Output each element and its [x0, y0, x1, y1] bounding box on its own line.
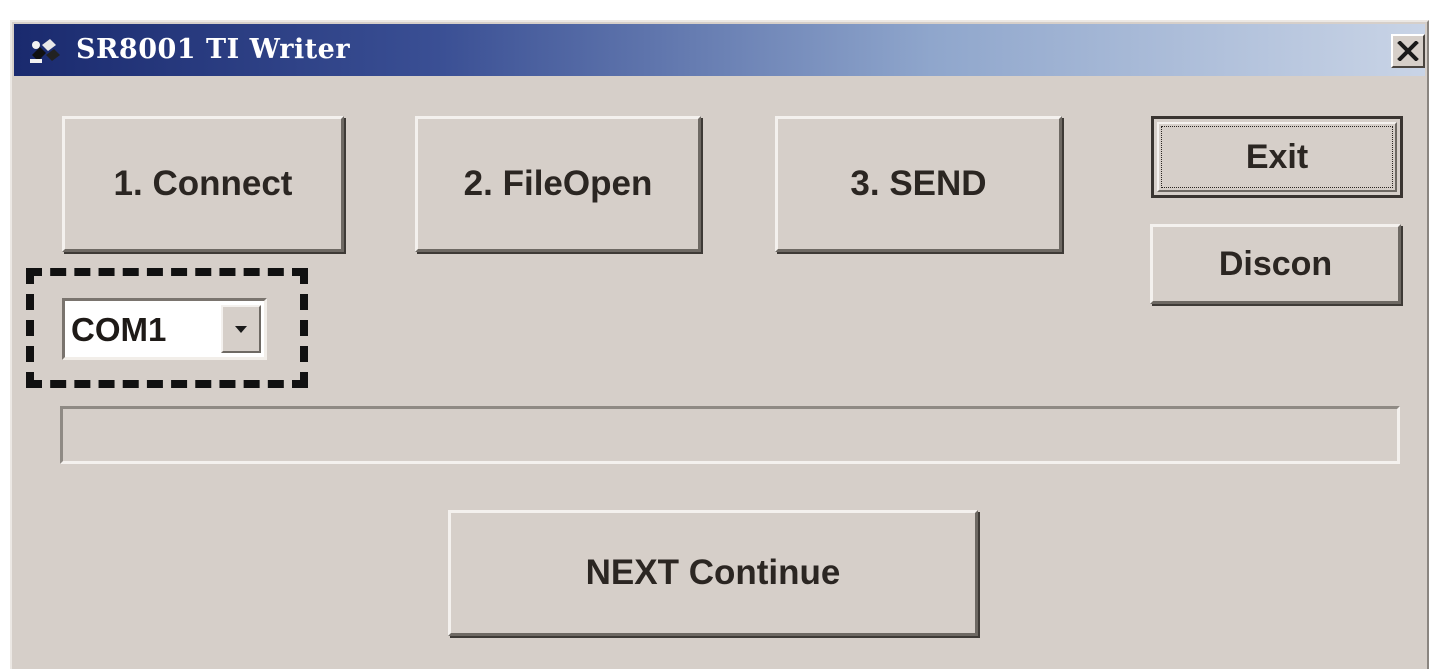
title-bar[interactable]: SR8001 TI Writer	[14, 24, 1425, 76]
chevron-down-icon	[235, 326, 247, 333]
close-icon	[1397, 41, 1419, 61]
window-title: SR8001 TI Writer	[76, 34, 351, 65]
connect-button[interactable]: 1. Connect	[62, 116, 344, 252]
app-window: SR8001 TI Writer 1. Connect 2. FileOpen …	[10, 20, 1429, 669]
com-port-select[interactable]: COM1	[62, 298, 267, 360]
discon-button[interactable]: Discon	[1150, 224, 1401, 304]
send-button[interactable]: 3. SEND	[775, 116, 1062, 252]
close-button[interactable]	[1391, 34, 1425, 68]
com-port-value: COM1	[71, 311, 167, 348]
next-continue-button[interactable]: NEXT Continue	[448, 510, 978, 636]
progress-bar	[60, 406, 1400, 464]
combo-dropdown-button[interactable]	[221, 305, 261, 353]
app-icon	[30, 39, 60, 63]
exit-button[interactable]: Exit	[1151, 116, 1403, 198]
file-open-button[interactable]: 2. FileOpen	[415, 116, 701, 252]
